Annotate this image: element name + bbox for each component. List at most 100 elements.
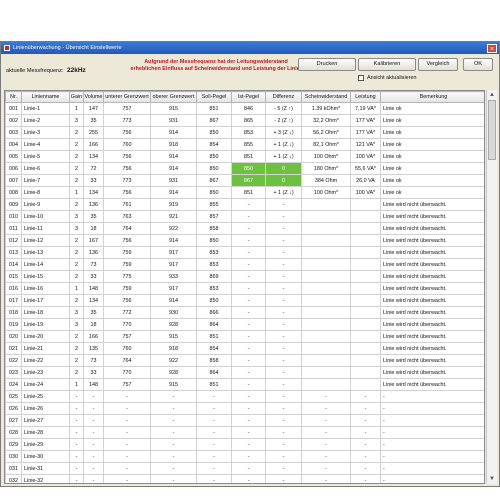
table-cell: - — [265, 342, 302, 355]
table-row[interactable]: 019 Linie-19 3 18 770 928 864- - Linie wird nich… — [5, 318, 484, 331]
compare-button[interactable]: Vergleich — [418, 58, 458, 71]
table-row[interactable]: 002 Linie-2 3 35 773 931 867 865- 2 (Z ↑) 32,2 O… — [5, 114, 484, 127]
table-cell: 147 — [83, 102, 104, 115]
table-cell: Linie-32 — [21, 474, 70, 483]
table-cell: 865 — [231, 114, 266, 127]
table-row[interactable]: 025 Linie-25- - - - - - - - - - — [5, 390, 484, 403]
table-row[interactable]: 032 Linie-32- - - - - - - - - - — [5, 474, 484, 483]
print-button[interactable]: Drucken — [298, 58, 356, 71]
table-cell: - — [83, 450, 104, 463]
table-cell: - — [350, 402, 381, 415]
table-cell: 136 — [83, 246, 104, 259]
table-row[interactable]: 029 Linie-29- - - - - - - - - - — [5, 438, 484, 451]
table-row[interactable]: 024 Linie-24 1 148 757 915 851- - Linie wird nic… — [5, 378, 484, 391]
close-icon[interactable]: × — [487, 43, 497, 53]
table-row[interactable]: 001 Linie-1 1 147 757 915 851 846- 5 (Z ↑) 1.39 … — [5, 102, 484, 115]
calibrate-button[interactable]: Kalibrieren — [358, 58, 416, 71]
table-cell: - — [231, 246, 266, 259]
refresh-view-checkbox[interactable]: Ansicht aktualisieren — [358, 75, 416, 81]
table-row[interactable]: 008 Linie-8 1 134 756 914 850 851 + 1 (Z ↓) 100 O… — [5, 186, 484, 199]
table-cell: 009 — [5, 198, 22, 211]
table-row[interactable]: 016 Linie-16 1 148 759 917 853- - Linie wird nic… — [5, 282, 484, 295]
checkbox-box[interactable] — [358, 75, 364, 81]
table-cell: Linie-15 — [21, 270, 70, 283]
table-cell: 031 — [5, 462, 22, 475]
scroll-down-icon[interactable]: ▼ — [488, 475, 496, 483]
table-row[interactable]: 020 Linie-20 2 166 757 915 851- - Linie wird nic… — [5, 330, 484, 343]
table-cell: Linie-30 — [21, 450, 70, 463]
table-cell: 760 — [103, 138, 151, 151]
ok-button[interactable]: OK — [463, 58, 493, 71]
column-header[interactable]: Scheinwiderstand — [301, 91, 351, 103]
table-cell: - — [83, 438, 104, 451]
column-header[interactable]: Leistung — [350, 91, 381, 103]
table-cell: 121 VA* — [350, 138, 381, 151]
column-header[interactable]: Gain — [69, 91, 84, 103]
table-row[interactable]: 023 Linie-23 2 33 770 928 864- - Linie wird nich… — [5, 366, 484, 379]
table-cell: - — [380, 450, 484, 463]
table-cell: Linie wird nicht überwacht. — [380, 246, 484, 259]
table-row[interactable]: 027 Linie-27- - - - - - - - - - — [5, 414, 484, 427]
table-row[interactable]: 028 Linie-28- - - - - - - - - - — [5, 426, 484, 439]
table-cell: - — [150, 462, 197, 475]
table-row[interactable]: 012 Linie-12 2 167 756 914 850- - Linie wird nic… — [5, 234, 484, 247]
table-row[interactable]: 015 Linie-15 2 33 775 933 869- - Linie wird nich… — [5, 270, 484, 283]
table-cell: 867 — [231, 174, 266, 187]
table-cell: 73 — [83, 258, 104, 271]
table-row[interactable]: 013 Linie-13 2 136 759 917 853- - Linie wird nic… — [5, 246, 484, 259]
table-row[interactable]: 005 Linie-5 2 134 756 914 850 851 + 1 (Z ↓) 100 O… — [5, 150, 484, 163]
table-cell — [350, 246, 381, 259]
table-row[interactable]: 021 Linie-21 2 135 760 918 854- - Linie wird nic… — [5, 342, 484, 355]
table-cell: Linie wird nicht überwacht. — [380, 366, 484, 379]
table-row[interactable]: 009 Linie-9 2 136 761 919 855- - Linie wird nich… — [5, 198, 484, 211]
table-row[interactable]: 017 Linie-17 2 134 756 914 850- - Linie wird nic… — [5, 294, 484, 307]
table-cell: 853 — [196, 258, 232, 271]
column-header[interactable]: unterer Grenzwert — [103, 91, 151, 103]
warning-message: Aufgrund der Messfrequenz hat der Leitun… — [121, 59, 311, 72]
column-header[interactable]: oberer Grenzwert — [150, 91, 197, 103]
table-row[interactable]: 031 Linie-31- - - - - - - - - - — [5, 462, 484, 475]
column-header[interactable]: Nr. — [5, 91, 22, 103]
title-bar[interactable]: Linienüberwachung - Übersicht Einstellwe… — [1, 42, 499, 54]
table-cell: - — [265, 198, 302, 211]
table-row[interactable]: 007 Linie-7 2 33 773 931 867 867 0 384 Ohm 26,0 VA… — [5, 174, 484, 187]
table-cell: 763 — [103, 210, 151, 223]
table-cell: 756 — [103, 162, 151, 175]
table-row[interactable]: 004 Linie-4 2 166 760 918 854 855 + 1 (Z ↓) 82,1 … — [5, 138, 484, 151]
table-cell: Linie wird nicht überwacht. — [380, 378, 484, 391]
table-row[interactable]: 030 Linie-30- - - - - - - - - - — [5, 450, 484, 463]
table-cell: - — [301, 414, 351, 427]
table-cell: 032 — [5, 474, 22, 483]
column-header[interactable]: Linienname — [21, 91, 70, 103]
table-cell: - — [231, 222, 266, 235]
table-row[interactable]: 003 Linie-3 2 255 756 914 850 853 + 3 (Z ↓) 56,2 … — [5, 126, 484, 139]
scroll-up-icon[interactable]: ▲ — [488, 91, 496, 99]
table-row[interactable]: 022 Linie-22 2 73 764 922 858- - Linie wird nich… — [5, 354, 484, 367]
table-row[interactable]: 026 Linie-26- - - - - - - - - - — [5, 402, 484, 415]
column-header[interactable]: Ist-Pegel — [231, 91, 266, 103]
table-cell: Linie-2 — [21, 114, 70, 127]
table-cell: 930 — [150, 306, 197, 319]
column-header[interactable]: Differenz — [265, 91, 302, 103]
table-cell: 850 — [196, 186, 232, 199]
table-cell: 027 — [5, 414, 22, 427]
column-header[interactable]: Bemerkung — [380, 91, 484, 103]
table-row[interactable]: 011 Linie-11 3 18 764 922 858- - Linie wird nich… — [5, 222, 484, 235]
table-cell: 756 — [103, 150, 151, 163]
table-cell: - — [103, 438, 151, 451]
vertical-scrollbar[interactable]: ▲ ▼ — [486, 90, 497, 484]
table-cell: Linie wird nicht überwacht. — [380, 210, 484, 223]
table-row[interactable]: 018 Linie-18 3 35 772 930 866- - Linie wird nich… — [5, 306, 484, 319]
table-row[interactable]: 014 Linie-14 2 73 759 917 853- - Linie wird nich… — [5, 258, 484, 271]
scroll-thumb[interactable] — [488, 100, 496, 160]
table-row[interactable]: 006 Linie-6 2 72 756 914 850 850 0 180 Ohm* 55,6 V… — [5, 162, 484, 175]
table-row[interactable]: 010 Linie-10 3 35 763 921 857- - Linie wird nich… — [5, 210, 484, 223]
table-cell: Linie-22 — [21, 354, 70, 367]
column-header[interactable]: Volume — [83, 91, 104, 103]
table-cell: 35 — [83, 306, 104, 319]
table-cell: 026 — [5, 402, 22, 415]
column-header[interactable]: Soll-Pegel — [196, 91, 232, 103]
table-cell: 764 — [103, 354, 151, 367]
table-cell: Linie-19 — [21, 318, 70, 331]
table-cell: 917 — [150, 246, 197, 259]
